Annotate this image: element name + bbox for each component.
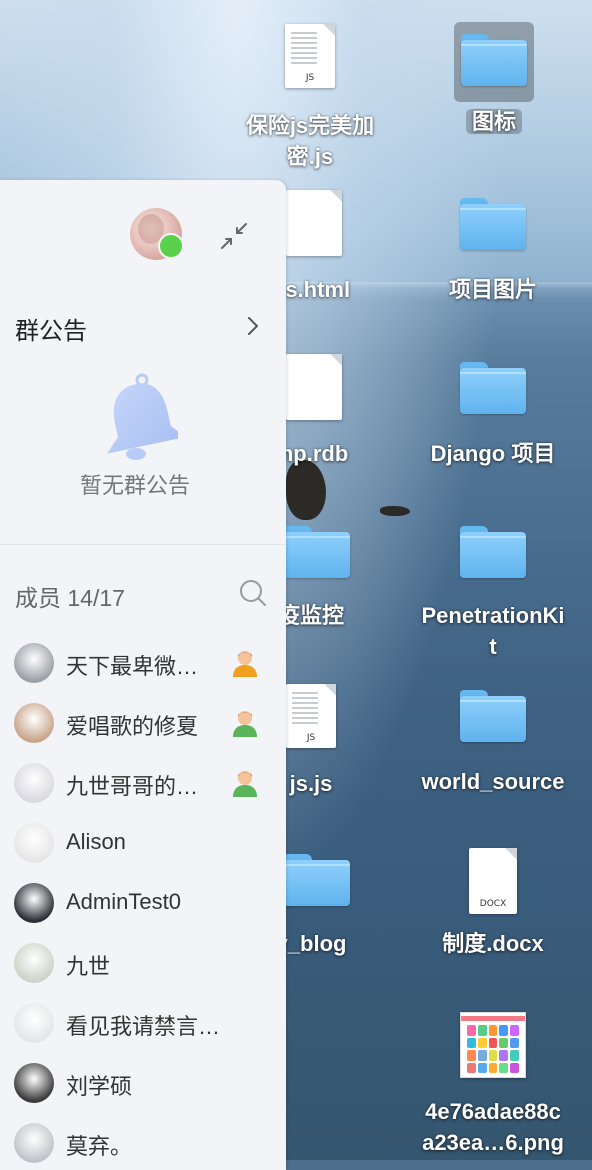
desktop-icon-label: Django 项目 <box>430 441 556 466</box>
notice-empty-text: 暂无群公告 <box>79 473 190 498</box>
divider <box>0 544 286 545</box>
desktop-icon-label: 密.js <box>286 144 334 169</box>
folder-icon <box>460 690 526 742</box>
group-info-panel: 群公告 暂无群公告 成员 14/17 天下最卑微… 爱唱歌的修夏 九世哥哥的… Ali… <box>0 180 286 1170</box>
bell-icon <box>107 373 178 460</box>
rock <box>380 506 410 516</box>
member-name: 莫弃。 <box>66 1134 133 1159</box>
member-avatar[interactable] <box>14 1063 54 1103</box>
member-name: Alison <box>66 829 126 854</box>
member-name: 九世哥哥的… <box>66 774 199 799</box>
image-thumbnail-icon <box>460 1012 526 1078</box>
member-avatar[interactable] <box>14 1003 54 1043</box>
desktop-icon-label: PenetrationKi <box>421 603 565 628</box>
group-notice-header[interactable]: 群公告 <box>15 311 87 346</box>
desktop-icon-label: world_source <box>421 769 565 794</box>
folder-icon <box>460 198 526 250</box>
member-avatar[interactable] <box>14 943 54 983</box>
docx-file-icon: DOCX <box>469 848 517 914</box>
desktop-icon-label: 项目图片 <box>448 277 537 302</box>
member-row[interactable]: 莫弃。 <box>0 1112 286 1170</box>
member-avatar[interactable] <box>14 763 54 803</box>
member-avatar[interactable] <box>14 1123 54 1163</box>
rock <box>286 460 326 520</box>
chevron-right-icon[interactable] <box>244 316 262 336</box>
desktop-icon-tubiao[interactable]: 图标 <box>430 34 558 137</box>
member-badge-icon <box>233 771 257 797</box>
js-file-icon: JS <box>286 684 336 748</box>
member-row[interactable]: Alison <box>0 812 286 872</box>
members-count-title: 成员 14/17 <box>15 585 125 611</box>
desktop-icon-xiangmu-tupian[interactable]: 项目图片 <box>426 198 560 305</box>
js-file-icon: JS <box>285 24 335 88</box>
group-notice-title: 群公告 <box>15 318 87 345</box>
member-name: 九世 <box>66 954 111 979</box>
collapse-icon[interactable] <box>218 220 250 252</box>
member-avatar[interactable] <box>14 703 54 743</box>
desktop-icon-png[interactable]: 4e76adae88c a23ea…6.png <box>404 1012 582 1158</box>
file-icon <box>286 190 342 256</box>
desktop-icon-zhidu-docx[interactable]: DOCX 制度.docx <box>424 848 562 959</box>
desktop-icon-baoxian-js[interactable]: JS 保险js完美加 密.js <box>228 24 392 172</box>
member-row[interactable]: AdminTest0 <box>0 872 286 932</box>
member-avatar[interactable] <box>14 823 54 863</box>
folder-icon <box>460 526 526 578</box>
member-name: 刘学硕 <box>66 1074 133 1099</box>
member-avatar[interactable] <box>14 883 54 923</box>
desktop-icon-label: 图标 <box>465 109 522 134</box>
search-icon[interactable] <box>238 578 268 608</box>
folder-icon <box>284 854 350 906</box>
folder-icon <box>460 362 526 414</box>
file-icon <box>286 354 342 420</box>
desktop-icon-penetrationkit[interactable]: PenetrationKi t <box>406 526 580 662</box>
member-row[interactable]: 刘学硕 <box>0 1052 286 1112</box>
member-row[interactable]: 爱唱歌的修夏 <box>0 692 286 752</box>
member-name: AdminTest0 <box>66 889 181 914</box>
desktop-icon-label: t <box>489 634 497 659</box>
desktop-icon-label: 4e76adae88c <box>425 1099 561 1124</box>
member-name: 天下最卑微… <box>66 654 199 679</box>
member-name: 爱唱歌的修夏 <box>66 714 199 739</box>
desktop-icon-label: 保险js完美加 <box>245 113 375 138</box>
member-row[interactable]: 天下最卑微… <box>0 632 286 692</box>
member-row[interactable]: 看见我请禁言… <box>0 992 286 1052</box>
online-status-dot <box>158 233 184 259</box>
folder-icon <box>284 526 350 578</box>
member-row[interactable]: 九世 <box>0 932 286 992</box>
member-avatar[interactable] <box>14 643 54 683</box>
desktop-icon-label: a23ea…6.png <box>422 1130 564 1155</box>
member-row[interactable]: 九世哥哥的… <box>0 752 286 812</box>
desktop-icon-world-source[interactable]: world_source <box>410 690 576 797</box>
folder-icon <box>461 34 527 86</box>
desktop-icon-label: 制度.docx <box>442 931 544 956</box>
admin-badge-icon <box>233 651 257 677</box>
desktop-icon-django[interactable]: Django 项目 <box>420 362 566 469</box>
member-name: 看见我请禁言… <box>66 1014 221 1039</box>
member-badge-icon <box>233 711 257 737</box>
